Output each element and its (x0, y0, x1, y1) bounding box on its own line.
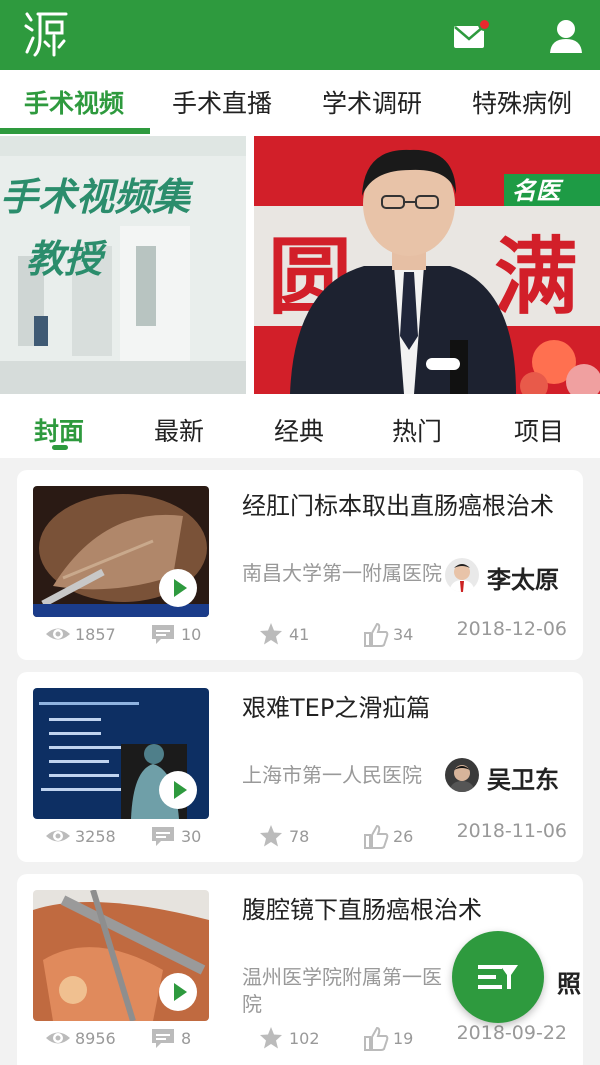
video-title[interactable]: 腹腔镜下直肠癌根治术 (242, 890, 572, 930)
star-icon (260, 825, 282, 847)
tab-special-cases[interactable]: 特殊病例 (472, 84, 572, 120)
banner-title-line2: 教授 (26, 237, 103, 281)
active-tab-indicator (0, 128, 150, 134)
doctor-name[interactable]: 吴卫东 (487, 760, 559, 795)
publish-date: 2018-12-06 (456, 618, 567, 640)
publish-date: 2018-11-06 (456, 820, 567, 842)
video-thumbnail[interactable] (33, 486, 209, 617)
video-thumbnail[interactable] (33, 688, 209, 819)
filter-fab-button[interactable] (452, 931, 544, 1023)
tab-academic-survey[interactable]: 学术调研 (322, 84, 422, 120)
banner-title-line1: 手术视频集 (0, 175, 191, 219)
subtab-popular[interactable]: 热门 (392, 412, 442, 448)
doctor-avatar (445, 758, 479, 792)
subtab-classic[interactable]: 经典 (274, 412, 324, 448)
subtab-projects[interactable]: 项目 (514, 412, 564, 448)
eye-icon (46, 628, 70, 640)
play-button[interactable] (159, 973, 197, 1011)
doctor-name[interactable]: 李太原 (487, 560, 559, 595)
banner-slide-current[interactable]: 名医 圆 满 (254, 136, 600, 394)
play-button[interactable] (159, 569, 197, 607)
speaker-photo: 名医 圆 满 (254, 136, 600, 394)
thumbs-up-icon (364, 622, 389, 647)
banner-carousel[interactable]: 手术视频集 教授 名医 圆 满 (0, 136, 600, 394)
star-icon (260, 1027, 282, 1049)
comment-icon (152, 625, 174, 644)
thumbs-up-icon (364, 1026, 389, 1051)
subtab-latest[interactable]: 最新 (154, 412, 204, 448)
view-count: 3258 (45, 824, 135, 848)
video-title[interactable]: 艰难TEP之滑疝篇 (242, 688, 572, 728)
thumbs-up-icon (364, 824, 389, 849)
video-title[interactable]: 经肛门标本取出直肠癌根治术 (242, 486, 572, 526)
comment-count: 8 (151, 1026, 221, 1050)
app-header (0, 0, 600, 70)
play-icon (174, 579, 187, 597)
user-icon[interactable] (546, 18, 586, 54)
banner-badge-text: 名医 (512, 177, 564, 205)
comment-icon (152, 1029, 174, 1048)
carousel-indicator[interactable] (426, 358, 460, 370)
doctor-name[interactable]: 照 (557, 964, 581, 999)
hospital-name: 上海市第一人民医院 (242, 763, 422, 787)
video-thumbnail[interactable] (33, 890, 209, 1021)
favorite-count[interactable]: 78 (259, 824, 329, 848)
view-count: 8956 (45, 1026, 135, 1050)
favorite-count[interactable]: 41 (259, 622, 329, 646)
unread-badge (478, 18, 491, 31)
like-count[interactable]: 34 (363, 622, 433, 647)
comment-count: 10 (151, 622, 221, 646)
tab-surgery-live[interactable]: 手术直播 (172, 84, 272, 120)
star-icon (260, 623, 282, 645)
tab-surgery-video[interactable]: 手术视频 (24, 84, 124, 120)
favorite-count[interactable]: 102 (259, 1026, 339, 1050)
video-card[interactable]: 艰难TEP之滑疝篇 上海市第一人民医院 吴卫东 3258 30 78 26 20… (17, 672, 583, 862)
active-subtab-indicator (52, 445, 68, 450)
play-button[interactable] (159, 771, 197, 809)
view-count: 1857 (45, 622, 135, 646)
banner-slide-previous[interactable]: 手术视频集 教授 (0, 136, 246, 394)
hospital-name: 温州医学院附属第一医院 (242, 965, 442, 1016)
app-logo-icon (24, 12, 68, 57)
eye-icon (46, 1032, 70, 1044)
eye-icon (46, 830, 70, 842)
play-icon (174, 983, 187, 1001)
subtab-cover[interactable]: 封面 (34, 412, 84, 448)
publish-date: 2018-09-22 (456, 1022, 567, 1044)
doctor-avatar (445, 558, 479, 592)
svg-text:满: 满 (494, 228, 578, 326)
like-count[interactable]: 26 (363, 824, 433, 849)
video-card[interactable]: 经肛门标本取出直肠癌根治术 南昌大学第一附属医院 李太原 1857 10 41 … (17, 470, 583, 660)
comment-count: 30 (151, 824, 221, 848)
hospital-name: 南昌大学第一附属医院 (242, 561, 442, 585)
like-count[interactable]: 19 (363, 1026, 433, 1051)
play-icon (174, 781, 187, 799)
comment-icon (152, 827, 174, 846)
filter-icon (478, 965, 518, 989)
